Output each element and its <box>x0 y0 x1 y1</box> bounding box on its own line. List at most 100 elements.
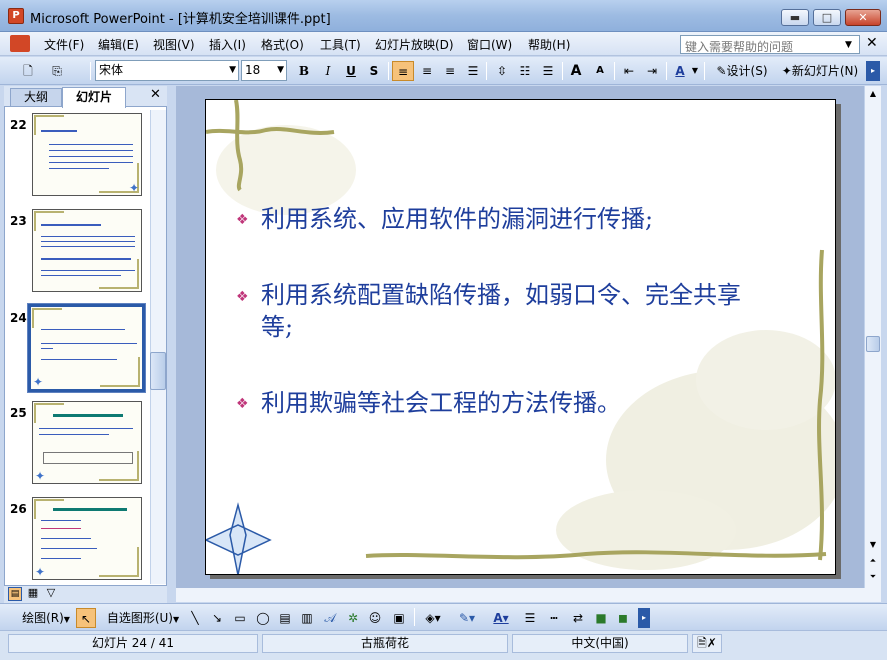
menu-window[interactable]: 窗口(W) <box>467 36 512 53</box>
decrease-indent-icon[interactable]: ⇤ <box>619 61 639 81</box>
slide-vertical-scrollbar[interactable]: ▲ ▼ ⏶ ⏷ <box>864 86 881 588</box>
status-bar: 幻灯片 24 / 41 古瓶荷花 中文(中国) 🗎✗ <box>0 630 887 660</box>
clipart-icon[interactable]: ☺ <box>366 608 384 628</box>
vertical-textbox-icon[interactable]: ▥ <box>298 608 316 628</box>
next-slide-icon[interactable]: ⏷ <box>865 570 881 584</box>
dash-style-icon[interactable]: ┅ <box>544 608 564 628</box>
toolbar-separator <box>90 62 91 80</box>
slide-sorter-icon[interactable]: ▦ <box>26 587 40 601</box>
slide-thumbnail[interactable]: ✦ <box>32 401 142 484</box>
slideshow-icon[interactable]: ▽ <box>44 587 58 601</box>
slide-thumbnail[interactable]: ✦ <box>32 497 142 580</box>
autoshapes-menu-button[interactable]: 自选图形(U)▼ <box>104 608 182 628</box>
powerpoint-app-icon[interactable]: P <box>8 8 24 24</box>
italic-button[interactable]: I <box>318 61 338 81</box>
slide-thumbnail[interactable] <box>32 209 142 292</box>
close-pane-button[interactable]: ✕ <box>150 87 161 102</box>
language-status: 中文(中国) <box>512 634 688 653</box>
menu-insert[interactable]: 插入(I) <box>209 36 246 53</box>
autoshapes-label: 自选图形(U) <box>106 611 173 625</box>
shadow-button[interactable]: S <box>364 61 384 81</box>
current-slide[interactable]: ❖ 利用系统、应用软件的漏洞进行传播; ❖ 利用系统配置缺陷传播，如弱口令、完全… <box>205 99 836 575</box>
chevron-down-icon: ▼ <box>229 65 236 75</box>
tab-slides[interactable]: 幻灯片 <box>62 87 126 108</box>
font-size-select[interactable]: 18 ▼ <box>241 60 287 81</box>
wordart-icon[interactable]: 𝒜 <box>320 608 340 628</box>
menu-file[interactable]: 文件(F) <box>44 36 84 53</box>
help-dropdown-icon[interactable]: ▼ <box>845 40 852 50</box>
bullet-list-icon[interactable]: ☰ <box>538 61 558 81</box>
new-document-icon[interactable]: 🗋 <box>18 61 38 81</box>
arrow-style-icon[interactable]: ⇄ <box>568 608 588 628</box>
chevron-down-icon[interactable]: ▼ <box>690 61 700 81</box>
align-center-icon[interactable]: ≡ <box>417 61 437 81</box>
slides-pane-scroll-thumb[interactable] <box>150 352 166 390</box>
menu-tools[interactable]: 工具(T) <box>320 36 361 53</box>
slide-scroll-thumb[interactable] <box>866 336 880 352</box>
slide-thumbnail[interactable]: ✦ <box>32 113 142 196</box>
spelling-check-icon[interactable]: 🗎✗ <box>692 634 722 653</box>
document-icon[interactable] <box>10 35 30 52</box>
textbox-tool-icon[interactable]: ▤ <box>276 608 294 628</box>
drawing-font-color-icon[interactable]: A▾ <box>488 608 514 628</box>
rectangle-tool-icon[interactable]: ▭ <box>230 608 250 628</box>
formatting-toolbar: 🗋 ⎘ 宋体 ▼ 18 ▼ B I U S ≡ ≡ ≡ ☰ ⇳ ☷ ☰ A A ⇤ … <box>0 57 887 85</box>
oval-tool-icon[interactable]: ◯ <box>253 608 273 628</box>
line-tool-icon[interactable]: ╲ <box>186 608 204 628</box>
underline-button[interactable]: U <box>341 61 361 81</box>
star-icon: ✦ <box>33 375 44 389</box>
font-name-select[interactable]: 宋体 ▼ <box>95 60 239 81</box>
align-left-icon[interactable]: ≡ <box>392 61 414 81</box>
slide-thumbnail-active[interactable]: ✦ <box>27 303 146 393</box>
diagram-icon[interactable]: ✲ <box>344 608 362 628</box>
scroll-down-icon[interactable]: ▼ <box>865 538 881 552</box>
line-color-icon[interactable]: ✎▾ <box>452 608 482 628</box>
design-template-status[interactable]: 古瓶荷花 <box>262 634 508 653</box>
font-color-button[interactable]: A <box>671 61 689 81</box>
menu-help[interactable]: 帮助(H) <box>528 36 570 53</box>
shadow-style-icon[interactable]: ■ <box>592 608 610 628</box>
line-style-icon[interactable]: ☰ <box>520 608 540 628</box>
menu-edit[interactable]: 编辑(E) <box>98 36 139 53</box>
tab-outline[interactable]: 大纲 <box>10 88 62 107</box>
design-icon: ✎ <box>716 64 727 78</box>
toolbar-options-icon[interactable]: ▸ <box>638 608 650 628</box>
menu-format[interactable]: 格式(O) <box>261 36 304 53</box>
numbered-list-icon[interactable]: ☷ <box>515 61 535 81</box>
line-spacing-icon[interactable]: ⇳ <box>492 61 512 81</box>
copy-icon[interactable]: ⎘ <box>46 61 68 81</box>
arrow-tool-icon[interactable]: ↘ <box>208 608 226 628</box>
scroll-up-icon[interactable]: ▲ <box>865 86 881 102</box>
select-pointer-icon[interactable]: ↖ <box>76 608 96 628</box>
close-document-button[interactable]: ✕ <box>866 35 878 51</box>
draw-menu-button[interactable]: 绘图(R)▼ <box>20 608 72 628</box>
grow-font-button[interactable]: A <box>566 61 586 81</box>
bullet-text-2[interactable]: 利用系统配置缺陷传播，如弱口令、完全共享 <box>261 280 741 311</box>
close-window-button[interactable]: ✕ <box>845 9 881 26</box>
3d-style-icon[interactable]: ◼ <box>614 608 632 628</box>
menu-slideshow[interactable]: 幻灯片放映(D) <box>375 36 454 53</box>
bullet-text-2-cont[interactable]: 等; <box>261 312 293 343</box>
bold-button[interactable]: B <box>294 61 314 81</box>
toolbar-options-icon[interactable]: ▸ <box>866 61 880 81</box>
design-button[interactable]: ✎设计(S) <box>710 61 774 81</box>
bullet-text-1[interactable]: 利用系统、应用软件的漏洞进行传播; <box>261 204 653 235</box>
previous-slide-icon[interactable]: ⏶ <box>865 554 881 568</box>
star-icon: ✦ <box>35 469 46 483</box>
bullet-text-3[interactable]: 利用欺骗等社会工程的方法传播。 <box>261 388 621 419</box>
menu-view[interactable]: 视图(V) <box>153 36 195 53</box>
toolbar-separator <box>704 62 705 80</box>
justify-icon[interactable]: ☰ <box>463 61 483 81</box>
new-slide-button[interactable]: ✦新幻灯片(N) <box>776 61 864 81</box>
normal-view-icon[interactable]: ▤ <box>8 587 22 601</box>
shrink-font-button[interactable]: A <box>590 61 610 81</box>
increase-indent-icon[interactable]: ⇥ <box>642 61 662 81</box>
minimize-button[interactable]: ▬ <box>781 9 809 26</box>
slides-pane-scrollbar[interactable] <box>150 110 166 584</box>
align-right-icon[interactable]: ≡ <box>440 61 460 81</box>
fill-color-icon[interactable]: ◈▾ <box>420 608 446 628</box>
maximize-button[interactable]: □ <box>813 9 841 26</box>
help-search-input[interactable]: 键入需要帮助的问题 <box>680 35 860 54</box>
slide-horizontal-scrollbar[interactable] <box>176 588 881 602</box>
picture-icon[interactable]: ▣ <box>390 608 408 628</box>
